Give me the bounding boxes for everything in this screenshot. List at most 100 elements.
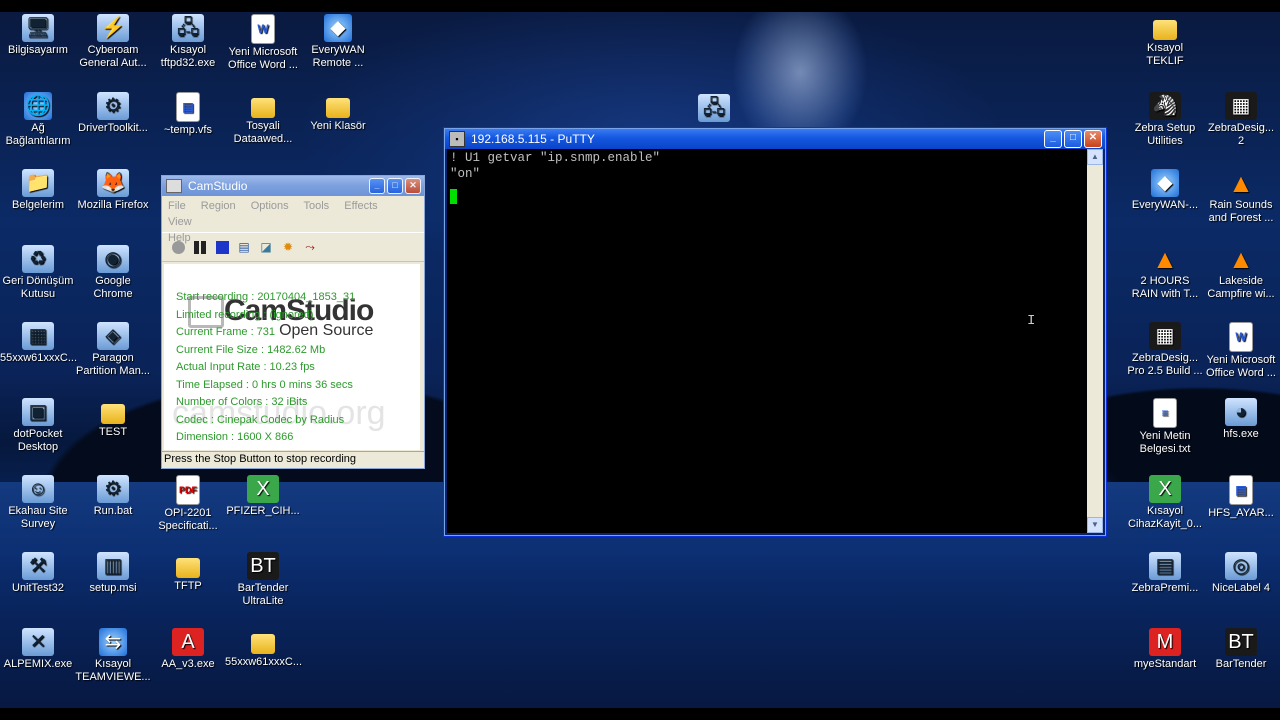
- desktop-shortcut[interactable]: MmyeStandart: [1127, 628, 1203, 671]
- close-button[interactable]: ✕: [405, 178, 421, 194]
- camstudio-window[interactable]: CamStudio _ □ ✕ File Region Options Tool…: [161, 175, 425, 469]
- desktop-shortcut[interactable]: Yeni Klasör: [300, 92, 376, 133]
- desktop-shortcut[interactable]: ✕ ALPEMIX.exe: [0, 628, 76, 671]
- desktop-shortcut[interactable]: 🌐 Ağ Bağlantılarım: [0, 92, 76, 148]
- desktop-shortcut[interactable]: 🖥 Bilgisayarım: [0, 14, 76, 57]
- desktop-shortcut[interactable]: ▤ HFS_AYAR...: [1203, 475, 1279, 520]
- desktop-shortcut[interactable]: 🦓 Zebra Setup Utilities: [1127, 92, 1203, 148]
- desktop-shortcut[interactable]: ◉ Google Chrome: [75, 245, 151, 301]
- ibeam-cursor-icon: I: [1027, 313, 1036, 329]
- minimize-button[interactable]: _: [1044, 130, 1062, 148]
- network-icon: 🌐: [24, 92, 52, 120]
- gear-icon: ✹: [282, 240, 294, 254]
- pause-button[interactable]: [192, 239, 208, 255]
- desktop-shortcut[interactable]: ▦ 55xxw61xxxC...: [0, 322, 77, 365]
- desktop-shortcut[interactable]: ⚡ Cyberoam General Aut...: [75, 14, 151, 70]
- putty-app-icon[interactable]: ▪: [449, 131, 465, 147]
- desktop-shortcut-label: Mozilla Firefox: [77, 199, 149, 211]
- desktop-shortcut[interactable]: ▣ dotPocket Desktop: [0, 398, 76, 454]
- menu-file[interactable]: File: [168, 200, 186, 212]
- desktop-shortcut[interactable]: TFTP: [150, 552, 226, 593]
- desktop-shortcut[interactable]: ◈ Paragon Partition Man...: [75, 322, 151, 378]
- desktop-shortcut-label: setup.msi: [89, 582, 137, 594]
- desktop-shortcut[interactable]: BT BarTender UltraLite: [225, 552, 301, 608]
- maximize-button[interactable]: □: [387, 178, 403, 194]
- alpemix-icon: ✕: [22, 628, 54, 656]
- desktop-shortcut[interactable]: ▲ 2 HOURS RAIN with T...: [1127, 245, 1203, 301]
- stat-start-recording: Start recording : 20170404_1853_31: [176, 291, 356, 303]
- desktop-shortcut-label: OPI-2201 Specificati...: [158, 507, 218, 532]
- desktop-shortcut[interactable]: ⇆ Kısayol TEAMVIEWE...: [75, 628, 151, 684]
- desktop-shortcut-label: Yeni Klasör: [310, 120, 366, 132]
- annotation-button[interactable]: ◪: [258, 239, 274, 255]
- dotpocket-icon: ▣: [22, 398, 54, 426]
- desktop-shortcut[interactable]: ⚙ Run.bat: [75, 475, 151, 518]
- desktop-shortcut-label: Belgelerim: [12, 199, 64, 211]
- desktop-shortcut[interactable]: TEST: [75, 398, 151, 439]
- desktop-shortcut[interactable]: ▤ ZebraPremi...: [1127, 552, 1203, 595]
- menu-region[interactable]: Region: [201, 200, 236, 212]
- autopan-button[interactable]: ⤳: [302, 239, 318, 255]
- desktop-shortcut[interactable]: X PFIZER_CIH...: [225, 475, 301, 518]
- desktop-shortcut[interactable]: ⚙ DriverToolkit...: [75, 92, 151, 135]
- desktop-shortcut[interactable]: ▦ ZebraDesig... 2: [1203, 92, 1279, 148]
- desktop-shortcut[interactable]: 🖧 Kısayol tftpd32.exe: [150, 14, 226, 70]
- network-shortcut-icon[interactable]: 🖧: [676, 94, 752, 124]
- bartender-icon: BT: [1225, 628, 1257, 656]
- terminal-scrollbar[interactable]: ▲ ▼: [1087, 149, 1103, 533]
- desktop-shortcut-label: Geri Dönüşüm Kutusu: [2, 275, 74, 300]
- desktop-shortcut[interactable]: Tosyali Dataawed...: [225, 92, 301, 146]
- options-button[interactable]: ✹: [280, 239, 296, 255]
- desktop-shortcut[interactable]: ◕ hfs.exe: [1203, 398, 1279, 441]
- desktop-shortcut[interactable]: A AA_v3.exe: [150, 628, 226, 671]
- close-button[interactable]: ✕: [1084, 130, 1102, 148]
- vlc-icon: ▲: [1228, 243, 1254, 274]
- zebra-setup-icon: 🦓: [1149, 92, 1181, 120]
- camstudio-app-icon[interactable]: [166, 179, 182, 193]
- desktop-shortcut[interactable]: ♻ Geri Dönüşüm Kutusu: [0, 245, 76, 301]
- desktop-shortcut[interactable]: ◎ NiceLabel 4: [1203, 552, 1279, 595]
- desktop-shortcut[interactable]: PDF OPI-2201 Specificati...: [150, 475, 226, 533]
- menu-options[interactable]: Options: [251, 200, 289, 212]
- desktop-shortcut[interactable]: ▦ ZebraDesig... Pro 2.5 Build ...: [1127, 322, 1203, 378]
- scroll-down-arrow-icon[interactable]: ▼: [1087, 517, 1103, 533]
- region-button[interactable]: ▤: [236, 239, 252, 255]
- desktop-shortcut[interactable]: 🦊 Mozilla Firefox: [75, 169, 151, 212]
- putty-window[interactable]: ▪ 192.168.5.115 - PuTTY _ □ ✕ ! U1 getva…: [444, 128, 1106, 536]
- desktop-shortcut[interactable]: ▥ setup.msi: [75, 552, 151, 595]
- desktop-shortcut[interactable]: W Yeni Microsoft Office Word ...: [1203, 322, 1279, 380]
- stop-button[interactable]: [214, 239, 230, 255]
- menu-effects[interactable]: Effects: [344, 200, 377, 212]
- terminal-cursor: [450, 189, 457, 204]
- maximize-button[interactable]: □: [1064, 130, 1082, 148]
- desktop-shortcut[interactable]: ☺ Ekahau Site Survey: [0, 475, 76, 531]
- desktop-shortcut[interactable]: 📁 Belgelerim: [0, 169, 76, 212]
- putty-titlebar[interactable]: ▪ 192.168.5.115 - PuTTY _ □ ✕: [445, 129, 1105, 149]
- camstudio-titlebar[interactable]: CamStudio _ □ ✕: [162, 176, 424, 196]
- desktop-shortcut[interactable]: BT BarTender: [1203, 628, 1279, 671]
- desktop-shortcut[interactable]: 55xxw61xxxC...: [225, 628, 302, 669]
- region-icon: ▤: [238, 240, 250, 254]
- desktop-shortcut[interactable]: ◆ EveryWAN-...: [1127, 169, 1203, 212]
- vlc-icon: ▲: [1152, 243, 1178, 274]
- ekahau-icon: ☺: [22, 475, 54, 503]
- desktop-shortcut[interactable]: W Yeni Microsoft Office Word ...: [225, 14, 301, 72]
- desktop-shortcut-label: Zebra Setup Utilities: [1134, 122, 1196, 147]
- desktop-shortcut[interactable]: ▤ ~temp.vfs: [150, 92, 226, 137]
- desktop-shortcut[interactable]: ≡ Yeni Metin Belgesi.txt: [1127, 398, 1203, 456]
- minimize-button[interactable]: _: [369, 178, 385, 194]
- desktop-shortcut-label: TEST: [98, 426, 128, 438]
- desktop-shortcut-label: hfs.exe: [1223, 428, 1259, 440]
- menu-tools[interactable]: Tools: [304, 200, 330, 212]
- desktop-shortcut[interactable]: ▲ Lakeside Campfire wi...: [1203, 245, 1279, 301]
- desktop-shortcut[interactable]: X Kısayol CihazKayit_0...: [1127, 475, 1203, 531]
- desktop-shortcut[interactable]: ◆ EveryWAN Remote ...: [300, 14, 376, 70]
- record-button[interactable]: [170, 239, 186, 255]
- terminal-area[interactable]: ! U1 getvar "ip.snmp.enable" "on": [447, 149, 1087, 533]
- nicelabel-icon: ◎: [1225, 552, 1257, 580]
- desktop-shortcut[interactable]: ⚒ UnitTest32: [0, 552, 76, 595]
- desktop-shortcut[interactable]: Kısayol TEKLIF: [1127, 14, 1203, 68]
- menu-view[interactable]: View: [168, 216, 192, 228]
- scroll-up-arrow-icon[interactable]: ▲: [1087, 149, 1103, 165]
- desktop-shortcut[interactable]: ▲ Rain Sounds and Forest ...: [1203, 169, 1279, 225]
